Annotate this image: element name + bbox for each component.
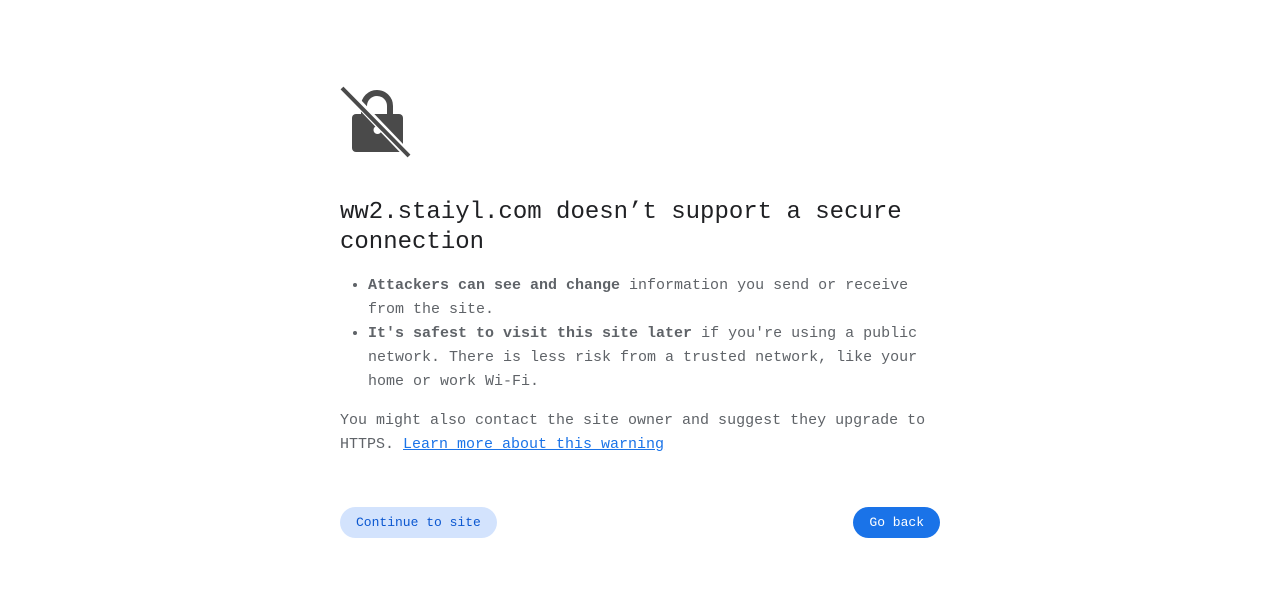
list-item: Attackers can see and change information… [368, 274, 940, 322]
extra-info: You might also contact the site owner an… [340, 409, 940, 457]
go-back-button[interactable]: Go back [853, 507, 940, 538]
interstitial-content: ww2.staiyl.com doesn’t support a secure … [340, 84, 940, 457]
list-item-bold: It's safest to visit this site later [368, 325, 693, 342]
list-item: It's safest to visit this site later if … [368, 322, 940, 394]
page-title: ww2.staiyl.com doesn’t support a secure … [340, 199, 902, 256]
lock-slash-icon [340, 84, 414, 160]
learn-more-link[interactable]: Learn more about this warning [403, 436, 664, 453]
list-item-bold: Attackers can see and change [368, 277, 621, 294]
warning-list: Attackers can see and change information… [340, 274, 940, 394]
button-row: Continue to site Go back [340, 507, 940, 538]
continue-to-site-button[interactable]: Continue to site [340, 507, 497, 538]
